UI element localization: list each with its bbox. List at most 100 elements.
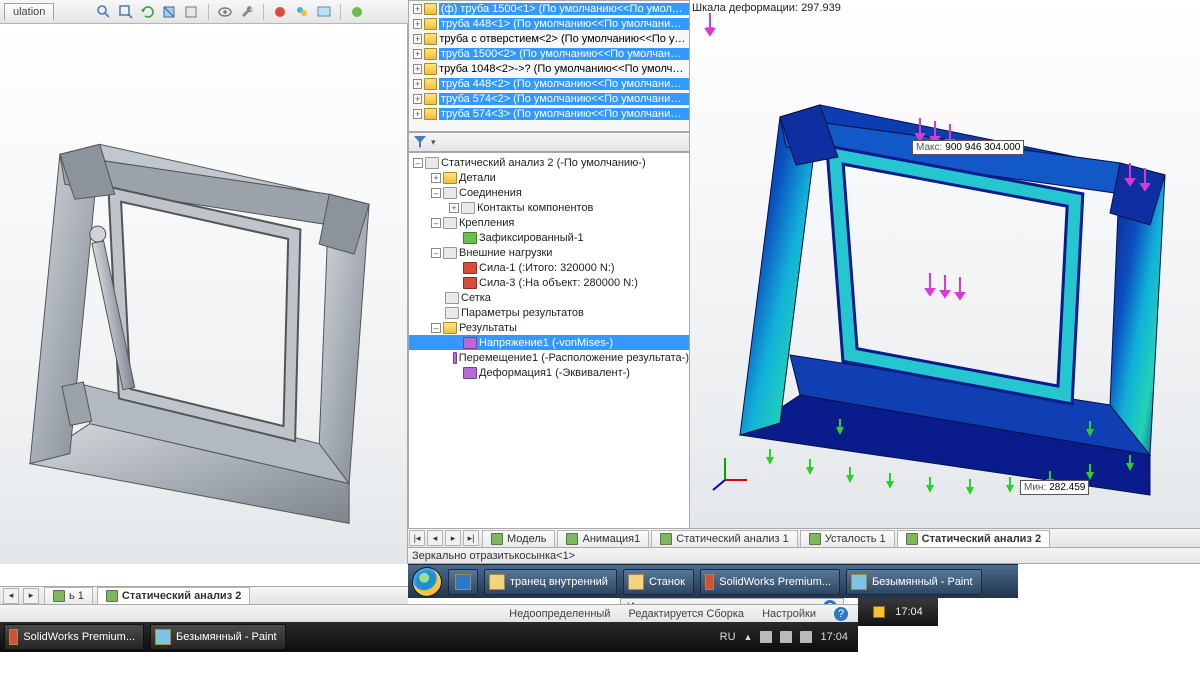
wrench-icon[interactable] xyxy=(239,4,255,20)
expand-icon[interactable]: – xyxy=(431,218,441,228)
model-viewport-left[interactable] xyxy=(0,24,408,564)
taskbar-inner: транец внутреннийСтанокSolidWorks Premiu… xyxy=(408,564,1018,598)
tree-node-icon xyxy=(443,172,457,184)
tray-clock[interactable]: 17:04 xyxy=(820,631,848,643)
study-item[interactable]: Деформация1 (-Эквивалент-) xyxy=(409,365,689,380)
collapse-icon[interactable]: – xyxy=(413,158,423,168)
sheet-tab[interactable]: Модель xyxy=(482,530,555,547)
expand-icon[interactable]: + xyxy=(449,203,459,213)
sheet-tab[interactable]: Статический анализ 1 xyxy=(651,530,798,547)
sheet-tab[interactable]: Усталость 1 xyxy=(800,530,895,547)
expand-icon[interactable]: + xyxy=(413,79,422,89)
tree-node-icon xyxy=(445,292,459,304)
sheet-tab[interactable]: Анимация1 xyxy=(557,530,649,547)
render-icon[interactable] xyxy=(349,4,365,20)
tab-generic[interactable]: ь 1 xyxy=(44,587,93,604)
tree-node-icon xyxy=(463,277,477,289)
study-item[interactable]: +Детали xyxy=(409,170,689,185)
tray-flag-icon[interactable] xyxy=(760,631,772,643)
expand-icon[interactable]: + xyxy=(431,173,441,183)
study-item[interactable]: Напряжение1 (-vonMises-) xyxy=(409,335,689,350)
study-item[interactable]: –Внешние нагрузки xyxy=(409,245,689,260)
study-item[interactable]: Перемещение1 (-Расположение результата-) xyxy=(409,350,689,365)
tray-lang[interactable]: RU xyxy=(720,631,736,643)
study-item[interactable]: –Результаты xyxy=(409,320,689,335)
study-item[interactable]: +Контакты компонентов xyxy=(409,200,689,215)
browser-icon xyxy=(455,574,471,590)
zoom-area-icon[interactable] xyxy=(118,4,134,20)
study-item[interactable]: Зафиксированный-1 xyxy=(409,230,689,245)
status-settings[interactable]: Настройки xyxy=(762,608,816,620)
display-style-icon[interactable] xyxy=(184,4,200,20)
taskbar-app-icon xyxy=(705,574,714,590)
study-item[interactable]: Параметры результатов xyxy=(409,305,689,320)
taskbar-app-icon xyxy=(9,629,18,645)
feature-tree-panel[interactable]: +(ф) труба 1500<1> (По умолчанию<<По умо… xyxy=(408,0,690,132)
expand-icon[interactable]: – xyxy=(431,248,441,258)
rotate-icon[interactable] xyxy=(140,4,156,20)
scene-icon[interactable] xyxy=(316,4,332,20)
study-item[interactable]: –Соединения xyxy=(409,185,689,200)
expand-icon[interactable]: + xyxy=(413,49,422,59)
tray-up-icon[interactable]: ▲ xyxy=(744,632,753,642)
tree-row: +труба 1048<2>->? (По умолчанию<<По умол… xyxy=(409,61,689,76)
tree-node-icon xyxy=(461,202,475,214)
taskbar-button[interactable]: транец внутренний xyxy=(484,569,617,595)
taskbar-app-icon xyxy=(155,629,171,645)
part-icon xyxy=(424,93,437,105)
expand-icon[interactable]: – xyxy=(431,323,441,333)
expand-icon[interactable]: + xyxy=(413,64,422,74)
hide-show-icon[interactable] xyxy=(217,4,233,20)
taskbar-button[interactable]: Безымянный - Paint xyxy=(846,569,982,595)
tab-nav-next-icon[interactable]: ▸ xyxy=(23,588,39,604)
part-icon xyxy=(424,48,437,60)
help-icon[interactable]: ? xyxy=(834,607,848,621)
callout-min[interactable]: Мин:282.459 xyxy=(1020,480,1089,495)
study-item[interactable]: Сила-1 (:Итого: 320000 N:) xyxy=(409,260,689,275)
tray-volume-icon[interactable] xyxy=(800,631,812,643)
taskbar-button[interactable]: SolidWorks Premium... xyxy=(4,624,144,650)
tree-node-icon xyxy=(463,367,477,379)
tab-nav-prev-icon[interactable]: ◂ xyxy=(427,530,443,546)
tab-nav-first-icon[interactable]: |◂ xyxy=(409,530,425,546)
system-tray[interactable]: RU ▲ 17:04 xyxy=(720,631,854,643)
tab-nav-next-icon[interactable]: ▸ xyxy=(445,530,461,546)
taskbar-button[interactable]: Безымянный - Paint xyxy=(150,624,286,650)
expand-icon[interactable]: + xyxy=(413,109,422,119)
simulation-viewport[interactable]: Шкала деформации: 297.939 xyxy=(690,0,1200,530)
expand-icon[interactable]: + xyxy=(413,4,422,14)
taskbar-button[interactable]: Станок xyxy=(623,569,694,595)
tab-nav-prev-icon[interactable]: ◂ xyxy=(3,588,19,604)
study-icon xyxy=(106,590,118,602)
study-item[interactable]: Сила-3 (:На объект: 280000 N:) xyxy=(409,275,689,290)
ribbon-tab-simulation[interactable]: ulation xyxy=(4,3,54,20)
callout-max[interactable]: Макс:900 946 304.000 xyxy=(912,140,1024,155)
appearance-red-icon[interactable] xyxy=(272,4,288,20)
part-icon xyxy=(424,33,437,45)
funnel-icon[interactable] xyxy=(413,135,427,149)
tree-node-icon xyxy=(443,247,457,259)
expand-icon[interactable]: + xyxy=(413,34,422,44)
tab-static-2[interactable]: Статический анализ 2 xyxy=(97,587,250,604)
tree-node-icon xyxy=(443,217,457,229)
appearance-multi-icon[interactable] xyxy=(294,4,310,20)
start-button[interactable] xyxy=(412,567,442,597)
simulation-study-tree[interactable]: –Статический анализ 2 (-По умолчанию-) +… xyxy=(408,152,690,530)
tab-nav-last-icon[interactable]: ▸| xyxy=(463,530,479,546)
expand-icon[interactable]: – xyxy=(431,188,441,198)
motion-study-tabs: |◂ ◂ ▸ ▸| МодельАнимация1Статический ана… xyxy=(408,528,1200,548)
expand-icon[interactable]: + xyxy=(413,19,422,29)
tree-filter-bar[interactable]: ▾ xyxy=(408,132,690,152)
study-item[interactable]: –Крепления xyxy=(409,215,689,230)
study-item[interactable]: Сетка xyxy=(409,290,689,305)
taskbar-button[interactable]: SolidWorks Premium... xyxy=(700,569,840,595)
study-icon xyxy=(425,157,439,169)
study-root[interactable]: –Статический анализ 2 (-По умолчанию-) xyxy=(409,155,689,170)
taskbar-pin-browser[interactable] xyxy=(448,569,478,595)
section-view-icon[interactable] xyxy=(162,4,178,20)
left-study-tabs: ◂ ▸ ь 1 Статический анализ 2 xyxy=(0,586,408,604)
zoom-fit-icon[interactable] xyxy=(96,4,112,20)
expand-icon[interactable]: + xyxy=(413,94,422,104)
tray-network-icon[interactable] xyxy=(780,631,792,643)
sheet-tab[interactable]: Статический анализ 2 xyxy=(897,530,1050,547)
